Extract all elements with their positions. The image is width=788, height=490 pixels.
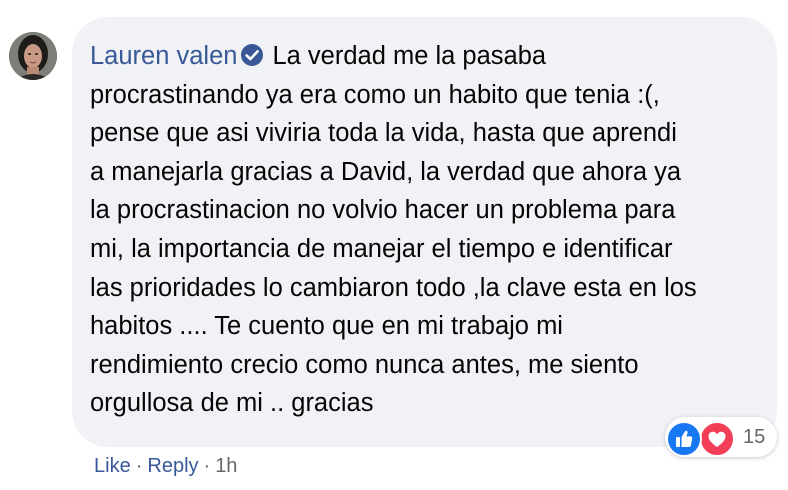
comment-line: a manejarla gracias a David, la verdad q… xyxy=(90,157,682,186)
comment-line: la procrastinacion no volvio hacer un pr… xyxy=(90,196,676,225)
comment: Lauren valen La verdad me la pasaba procra… xyxy=(0,0,788,490)
verified-badge-icon xyxy=(240,40,264,66)
separator-dot: · xyxy=(135,455,143,477)
reply-button[interactable]: Reply xyxy=(147,452,198,480)
comment-line: procrastinando ya era como un habito que… xyxy=(90,80,660,109)
comment-line: rendimiento crecio como nunca antes, me … xyxy=(90,350,639,379)
separator-dot: · xyxy=(203,455,211,477)
love-icon xyxy=(699,421,735,457)
comment-line: orgullosa de mi .. gracias xyxy=(90,389,374,418)
avatar-photo xyxy=(9,32,57,80)
comment-text: Lauren valen La verdad me la pasaba procra… xyxy=(90,37,755,423)
reactions-summary[interactable]: 15 xyxy=(665,417,777,457)
comment-line: mi, la importancia de manejar el tiempo … xyxy=(90,234,673,263)
author-name[interactable]: Lauren valen xyxy=(90,42,237,70)
comment-line: habitos .... Te cuento que en mi trabajo… xyxy=(90,312,563,341)
reaction-count: 15 xyxy=(743,426,766,448)
like-button[interactable]: Like xyxy=(94,452,131,480)
comment-line: La verdad me la pasaba xyxy=(272,42,547,70)
like-icon xyxy=(666,421,702,457)
avatar[interactable] xyxy=(9,32,57,80)
comment-line: las prioridades lo cambiaron todo ,la cl… xyxy=(90,273,697,302)
comment-line: pense que asi viviria toda la vida, hast… xyxy=(90,119,677,148)
comment-bubble: Lauren valen La verdad me la pasaba procra… xyxy=(72,17,777,447)
comment-actions: Like · Reply · 1h xyxy=(94,452,237,480)
timestamp[interactable]: 1h xyxy=(215,452,237,480)
